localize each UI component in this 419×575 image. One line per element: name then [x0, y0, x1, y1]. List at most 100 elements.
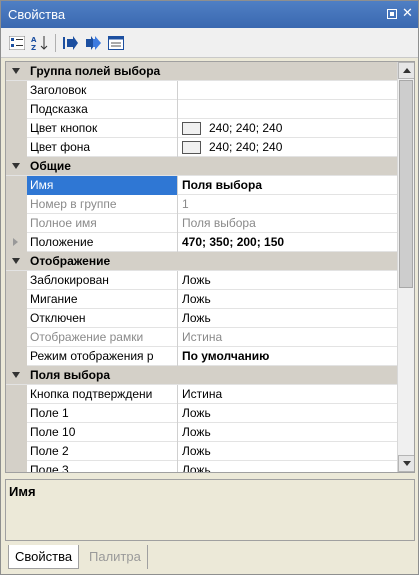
- property-row[interactable]: Поле 1 Ложь: [6, 404, 397, 423]
- scroll-up-button[interactable]: [398, 62, 414, 79]
- property-name[interactable]: Подсказка: [27, 100, 178, 119]
- categorized-icon: [9, 36, 25, 50]
- title-bar[interactable]: Свойства ✕: [1, 1, 418, 28]
- property-value[interactable]: Ложь: [178, 461, 397, 473]
- property-row[interactable]: Режим отображения р По умолчанию: [6, 347, 397, 366]
- properties-window: Свойства ✕ A Z Группа полей выбора Загол…: [0, 0, 419, 575]
- scroll-thumb[interactable]: [399, 80, 413, 288]
- property-name[interactable]: Имя: [27, 176, 178, 195]
- property-value[interactable]: 240; 240; 240: [178, 138, 397, 157]
- property-row[interactable]: Кнопка подтверждени Истина: [6, 385, 397, 404]
- go-to-next-button[interactable]: [83, 34, 103, 52]
- row-margin: [6, 119, 27, 138]
- property-value-text: Ложь: [182, 463, 211, 473]
- collapse-icon[interactable]: [12, 68, 20, 74]
- property-row[interactable]: Имя Поля выбора: [6, 176, 397, 195]
- property-value[interactable]: Истина: [178, 328, 397, 347]
- property-row[interactable]: Полное имя Поля выбора: [6, 214, 397, 233]
- property-value-text: 1: [182, 197, 189, 211]
- sort-alphabetical-icon: A Z: [31, 36, 48, 51]
- svg-text:Z: Z: [31, 44, 36, 51]
- property-row[interactable]: Положение 470; 350; 200; 150: [6, 233, 397, 252]
- collapse-icon[interactable]: [12, 163, 20, 169]
- sort-alphabetical-button[interactable]: A Z: [30, 34, 50, 52]
- property-name[interactable]: Отображение рамки: [27, 328, 178, 347]
- property-name[interactable]: Полное имя: [27, 214, 178, 233]
- category-row[interactable]: Общие: [6, 157, 397, 176]
- row-margin: [6, 442, 27, 461]
- row-margin: [6, 195, 27, 214]
- property-value[interactable]: Ложь: [178, 309, 397, 328]
- property-value[interactable]: Ложь: [178, 290, 397, 309]
- property-name[interactable]: Режим отображения р: [27, 347, 178, 366]
- property-value-text: Поля выбора: [182, 216, 256, 230]
- row-margin: [6, 404, 27, 423]
- property-row[interactable]: Номер в группе 1: [6, 195, 397, 214]
- property-row[interactable]: Отображение рамки Истина: [6, 328, 397, 347]
- property-row[interactable]: Поле 2 Ложь: [6, 442, 397, 461]
- property-name[interactable]: Поле 2: [27, 442, 178, 461]
- row-margin: [6, 385, 27, 404]
- property-name[interactable]: Цвет кнопок: [27, 119, 178, 138]
- row-margin: [6, 176, 27, 195]
- property-value[interactable]: Поля выбора: [178, 176, 397, 195]
- property-name[interactable]: Цвет фона: [27, 138, 178, 157]
- property-value[interactable]: [178, 81, 397, 100]
- property-row[interactable]: Цвет фона 240; 240; 240: [6, 138, 397, 157]
- property-grid[interactable]: Группа полей выбора Заголовок Подсказка Цве…: [5, 61, 415, 473]
- property-pages-button[interactable]: [106, 34, 126, 52]
- category-row[interactable]: Поля выбора: [6, 366, 397, 385]
- bottom-tabs: Свойства Палитра: [1, 543, 418, 574]
- property-value-text: Ложь: [182, 444, 211, 458]
- expand-icon[interactable]: [13, 238, 18, 246]
- tab-palette[interactable]: Палитра: [83, 545, 148, 569]
- vertical-scrollbar[interactable]: [397, 62, 414, 472]
- property-name[interactable]: Мигание: [27, 290, 178, 309]
- property-name[interactable]: Поле 10: [27, 423, 178, 442]
- property-value[interactable]: Ложь: [178, 442, 397, 461]
- property-value[interactable]: Ложь: [178, 271, 397, 290]
- collapse-icon[interactable]: [12, 372, 20, 378]
- property-row[interactable]: Поле 3 Ложь: [6, 461, 397, 473]
- property-value[interactable]: По умолчанию: [178, 347, 397, 366]
- property-value[interactable]: Ложь: [178, 404, 397, 423]
- property-value[interactable]: Поля выбора: [178, 214, 397, 233]
- property-name[interactable]: Заблокирован: [27, 271, 178, 290]
- property-row[interactable]: Мигание Ложь: [6, 290, 397, 309]
- property-value[interactable]: [178, 100, 397, 119]
- property-name[interactable]: Поле 3: [27, 461, 178, 472]
- property-name[interactable]: Кнопка подтверждени: [27, 385, 178, 404]
- property-value[interactable]: Ложь: [178, 423, 397, 442]
- property-value[interactable]: 470; 350; 200; 150: [178, 233, 397, 252]
- close-icon[interactable]: ✕: [402, 5, 413, 21]
- property-row[interactable]: Отключен Ложь: [6, 309, 397, 328]
- category-row[interactable]: Отображение: [6, 252, 397, 271]
- tab-properties[interactable]: Свойства: [8, 545, 80, 569]
- property-row[interactable]: Поле 10 Ложь: [6, 423, 397, 442]
- property-pages-icon: [108, 36, 124, 50]
- property-value-text: Ложь: [182, 292, 211, 306]
- go-to-property-button[interactable]: [60, 34, 80, 52]
- row-margin: [6, 100, 27, 119]
- row-margin: [6, 423, 27, 442]
- category-row[interactable]: Группа полей выбора: [6, 62, 397, 81]
- categorized-button[interactable]: [7, 34, 27, 52]
- property-value-text: Ложь: [182, 425, 211, 439]
- property-row[interactable]: Подсказка: [6, 100, 397, 119]
- collapse-icon[interactable]: [12, 258, 20, 264]
- property-name[interactable]: Поле 1: [27, 404, 178, 423]
- property-row[interactable]: Заблокирован Ложь: [6, 271, 397, 290]
- property-name[interactable]: Положение: [27, 233, 178, 252]
- pin-icon[interactable]: [387, 9, 397, 19]
- property-row[interactable]: Заголовок: [6, 81, 397, 100]
- property-value[interactable]: 240; 240; 240: [178, 119, 397, 138]
- scroll-down-button[interactable]: [398, 455, 414, 472]
- property-value[interactable]: Истина: [178, 385, 397, 404]
- property-name[interactable]: Отключен: [27, 309, 178, 328]
- property-value-text: 240; 240; 240: [209, 121, 283, 135]
- property-row[interactable]: Цвет кнопок 240; 240; 240: [6, 119, 397, 138]
- svg-text:A: A: [31, 36, 37, 44]
- property-name[interactable]: Заголовок: [27, 81, 178, 100]
- property-value[interactable]: 1: [178, 195, 397, 214]
- property-name[interactable]: Номер в группе: [27, 195, 178, 214]
